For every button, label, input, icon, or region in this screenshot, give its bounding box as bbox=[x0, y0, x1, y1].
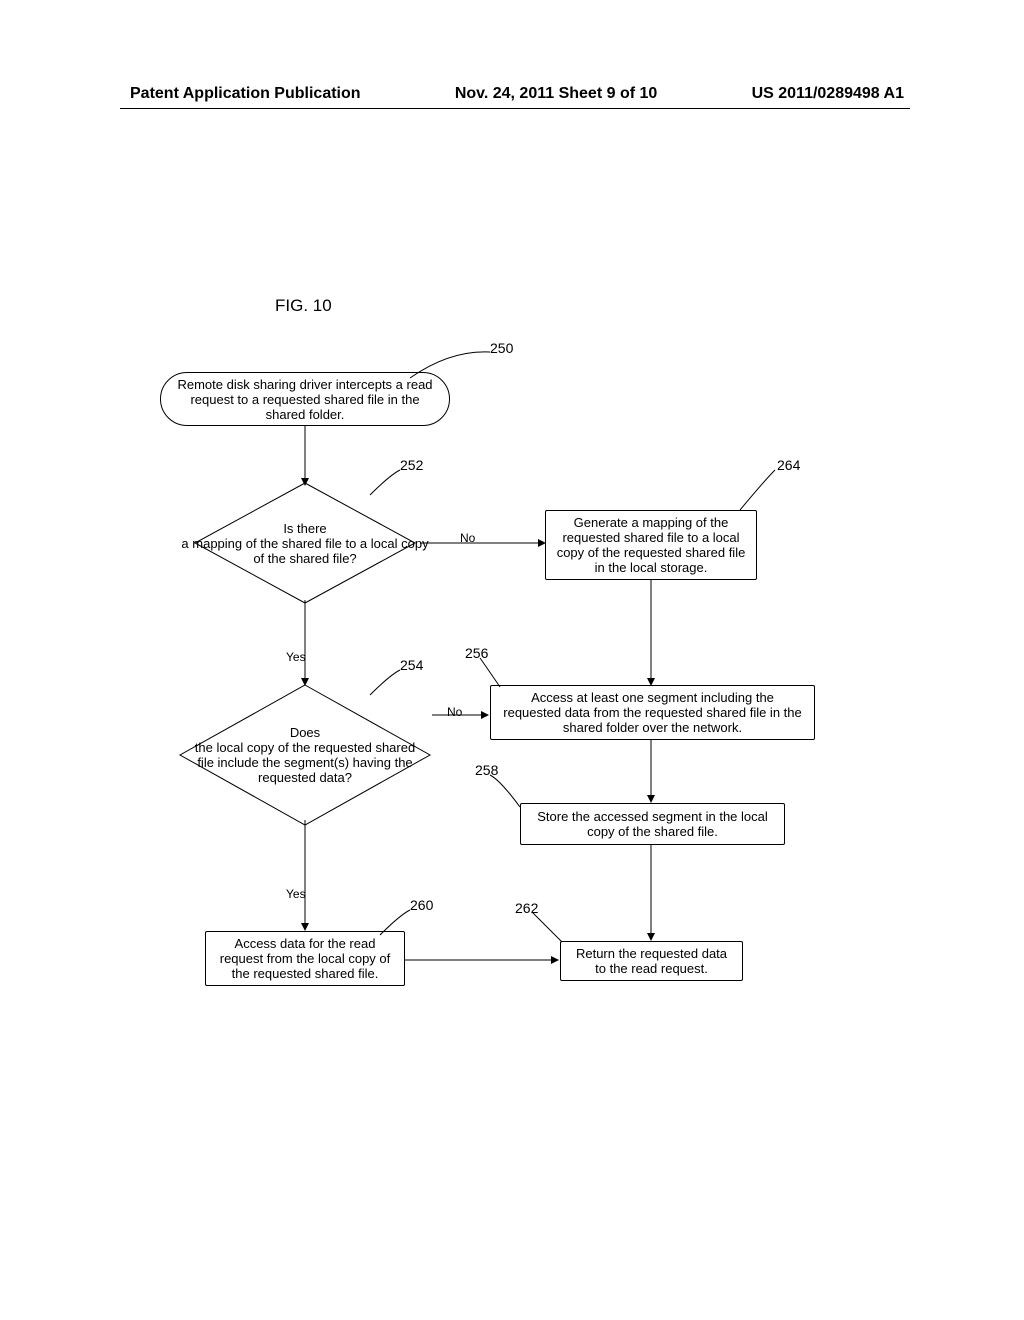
decision-mapping-exists: Is there a mapping of the shared file to… bbox=[190, 478, 420, 608]
header-pub-number: US 2011/0289498 A1 bbox=[752, 85, 904, 103]
rect-return-data: Return the requested data to the read re… bbox=[560, 941, 743, 981]
header-underline bbox=[120, 108, 910, 109]
terminator-text: Remote disk sharing driver intercepts a … bbox=[171, 377, 439, 422]
label-no-252: No bbox=[460, 531, 475, 545]
flowchart-arrows bbox=[0, 330, 1024, 1230]
flowchart-diagram: Remote disk sharing driver intercepts a … bbox=[0, 330, 1024, 1130]
label-no-254: No bbox=[447, 705, 462, 719]
rect-access-local-copy: Access data for the read request from th… bbox=[205, 931, 405, 986]
decision-text-254: Does the local copy of the requested sha… bbox=[175, 680, 435, 830]
rect-generate-mapping: Generate a mapping of the requested shar… bbox=[545, 510, 757, 580]
page-header: Patent Application Publication Nov. 24, … bbox=[0, 85, 1024, 103]
ref-250: 250 bbox=[490, 340, 513, 356]
label-yes-254: Yes bbox=[286, 887, 306, 901]
rect-text-256: Access at least one segment including th… bbox=[501, 690, 804, 735]
decision-segment-exists: Does the local copy of the requested sha… bbox=[175, 680, 435, 830]
ref-254: 254 bbox=[400, 657, 423, 673]
header-date-sheet: Nov. 24, 2011 Sheet 9 of 10 bbox=[455, 85, 657, 103]
rect-text-264: Generate a mapping of the requested shar… bbox=[556, 515, 746, 575]
rect-store-segment: Store the accessed segment in the local … bbox=[520, 803, 785, 845]
ref-262: 262 bbox=[515, 900, 538, 916]
rect-text-258: Store the accessed segment in the local … bbox=[531, 809, 774, 839]
ref-264: 264 bbox=[777, 457, 800, 473]
rect-text-260: Access data for the read request from th… bbox=[216, 936, 394, 981]
terminator-intercept-read: Remote disk sharing driver intercepts a … bbox=[160, 372, 450, 426]
rect-access-segment-network: Access at least one segment including th… bbox=[490, 685, 815, 740]
header-pub-label: Patent Application Publication bbox=[130, 85, 361, 103]
ref-260: 260 bbox=[410, 897, 433, 913]
decision-text-252: Is there a mapping of the shared file to… bbox=[170, 478, 440, 608]
ref-252: 252 bbox=[400, 457, 423, 473]
rect-text-262: Return the requested data to the read re… bbox=[571, 946, 732, 976]
label-yes-252: Yes bbox=[286, 650, 306, 664]
figure-title: FIG. 10 bbox=[275, 296, 332, 316]
ref-256: 256 bbox=[465, 645, 488, 661]
ref-258: 258 bbox=[475, 762, 498, 778]
